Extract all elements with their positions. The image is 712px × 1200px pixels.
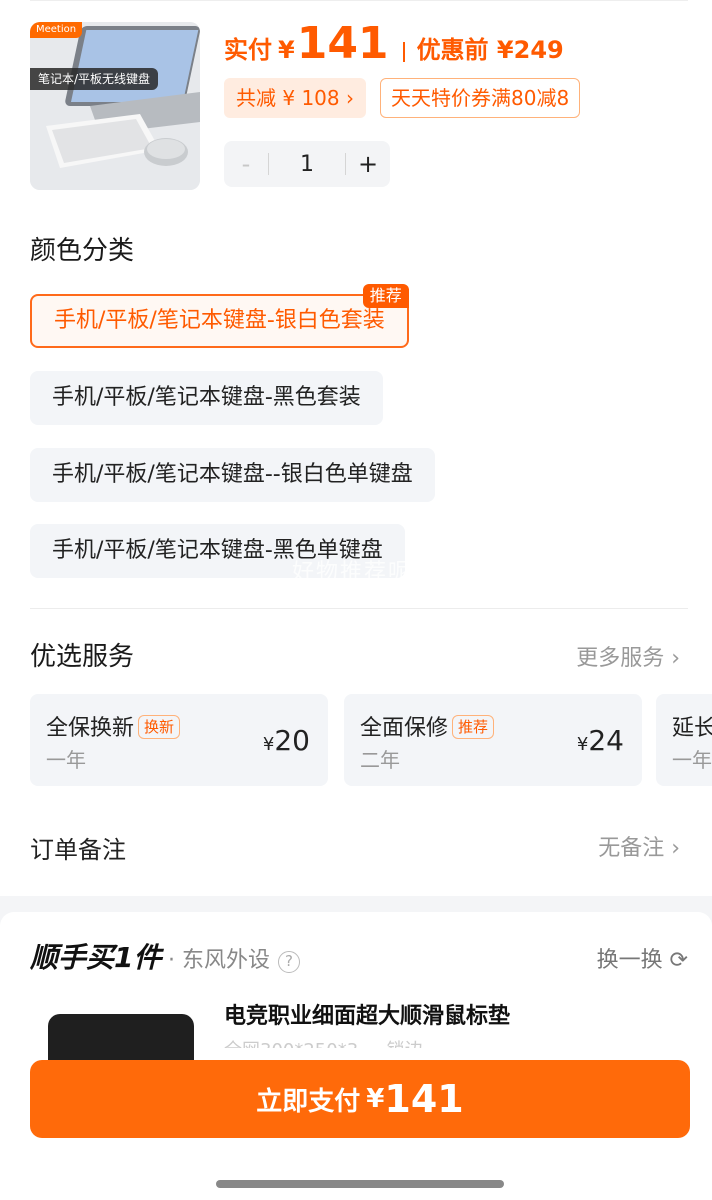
recommend-card: 顺手买1件 · 东风外设? 换一换 ⟳ 电竞职业细面超大顺滑鼠标垫 全网300*… [0, 912, 712, 1200]
more-services-link[interactable]: 更多服务 › [576, 640, 680, 672]
service-tag: 推荐 [452, 715, 495, 739]
total-discount-button[interactable]: 共减 ¥ 108 › [224, 78, 366, 118]
recommend-title: 顺手买1件 [30, 941, 162, 974]
currency-symbol: ¥ [576, 734, 589, 755]
service-card-repair[interactable]: 全面保修 推荐 二年 ¥24 [344, 694, 642, 786]
service-name: 全保换新 [46, 716, 135, 741]
product-image[interactable]: Meetion 笔记本/平板无线键盘 [30, 22, 200, 190]
recommend-subtitle-row: · 东风外设? [168, 942, 300, 974]
order-note-button[interactable]: 无备注 › [598, 830, 680, 862]
currency-symbol: ¥ [262, 734, 275, 755]
divider [30, 608, 688, 609]
price-amount: 141 [296, 18, 389, 69]
watermark: 好物推荐呢 [292, 560, 413, 585]
pay-now-button[interactable]: 立即支付 ¥ 141 [30, 1060, 690, 1138]
original-price: 优惠前 ¥249 [416, 36, 564, 64]
recommend-subtitle: · 东风外设 [168, 948, 270, 973]
recommend-product-spec: 全网300*250*3 ··· 锁边 [224, 1036, 423, 1048]
service-price: ¥20 [263, 724, 310, 757]
divider [30, 0, 688, 1]
color-option-silver-set[interactable]: 手机/平板/笔记本键盘-银白色套装 推荐 [30, 284, 409, 348]
product-illustration [30, 22, 200, 190]
price-value: 24 [588, 724, 624, 757]
price-symbol: ¥ [278, 36, 295, 64]
service-term: 一年 [46, 748, 86, 772]
swap-button[interactable]: 换一换 ⟳ [597, 942, 688, 974]
decrease-button[interactable]: - [224, 150, 268, 178]
service-card-replace[interactable]: 全保换新 换新 一年 ¥20 [30, 694, 328, 786]
color-option-silver-keyboard[interactable]: 手机/平板/笔记本键盘--银白色单键盘 [30, 448, 435, 502]
order-sheet: Meetion 笔记本/平板无线键盘 实付 ¥ 141 优惠前 ¥249 共减 … [0, 0, 712, 896]
price-line: 实付 ¥ 141 优惠前 ¥249 [224, 18, 564, 78]
services-title: 优选服务 [30, 642, 135, 672]
color-section-title: 颜色分类 [30, 236, 135, 266]
image-caption: 笔记本/平板无线键盘 [30, 68, 159, 90]
service-name: 延长 [672, 716, 712, 741]
recommend-product-name[interactable]: 电竞职业细面超大顺滑鼠标垫 [224, 998, 510, 1030]
recommend-badge: 推荐 [362, 284, 409, 308]
price-separator [402, 42, 405, 62]
service-price: ¥24 [577, 724, 624, 757]
service-name: 全面保修 [360, 716, 449, 741]
price-value: 20 [274, 724, 310, 757]
pay-amount: 141 [384, 1077, 464, 1121]
pay-symbol: ¥ [366, 1084, 385, 1114]
service-card-extended[interactable]: 延长 一年 [656, 694, 712, 786]
coupon-badge[interactable]: 天天特价券满80减8 [380, 78, 581, 118]
option-label: 手机/平板/笔记本键盘-黑色套装 [52, 385, 361, 410]
service-name-row: 全保换新 换新 [46, 710, 181, 742]
service-term: 一年 [672, 748, 712, 772]
service-term: 二年 [360, 748, 400, 772]
increase-button[interactable]: + [346, 150, 390, 178]
option-label: 手机/平板/笔记本键盘--银白色单键盘 [52, 462, 413, 487]
order-note-label: 订单备注 [30, 836, 126, 864]
quantity-value[interactable]: 1 [269, 152, 345, 177]
service-tag: 换新 [138, 715, 181, 739]
quantity-stepper: - 1 + [224, 141, 390, 187]
pay-label: 立即支付 [256, 1086, 361, 1117]
help-icon[interactable]: ? [278, 951, 300, 973]
color-option-black-set[interactable]: 手机/平板/笔记本键盘-黑色套装 [30, 371, 383, 425]
brand-tag: Meetion [30, 22, 83, 38]
price-label: 实付 [224, 36, 272, 64]
service-name-row: 全面保修 推荐 [360, 710, 495, 742]
home-indicator[interactable] [216, 1180, 504, 1188]
option-label: 手机/平板/笔记本键盘-银白色套装 [54, 308, 385, 333]
